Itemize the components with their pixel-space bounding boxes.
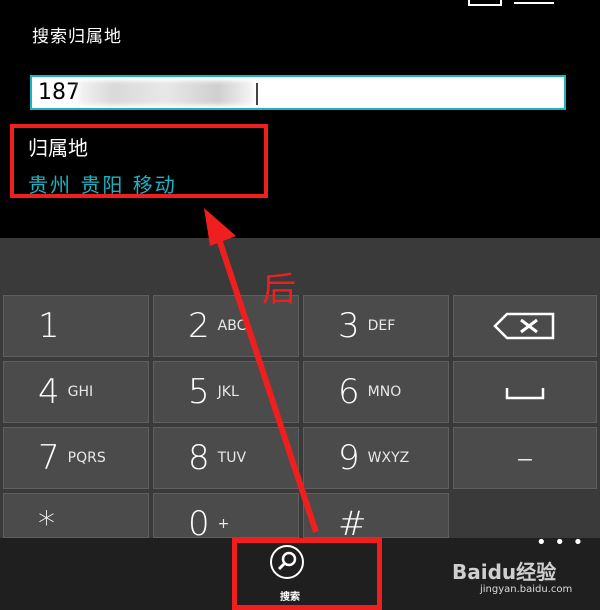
key-digit: 4 (38, 372, 60, 412)
key-7[interactable]: 7 PQRS (3, 427, 149, 489)
page-title: 搜索归属地 (32, 27, 122, 47)
key-letters: ABC (217, 318, 247, 334)
search-button[interactable] (270, 545, 304, 579)
key-letters: MNO (367, 384, 402, 400)
dash-key[interactable]: – (453, 427, 597, 489)
key-digit: 7 (38, 438, 60, 478)
battery-icon (468, 0, 502, 6)
phone-number-input[interactable]: 187 (30, 75, 566, 110)
key-digit: 1 (38, 306, 60, 346)
clock-indicator (514, 0, 554, 4)
key-digit: 9 (338, 438, 360, 478)
key-letters: PQRS (67, 450, 106, 466)
result-value: 贵州 贵阳 移动 (28, 173, 177, 197)
key-6[interactable]: 6 MNO (303, 361, 449, 423)
key-digit: 6 (338, 372, 360, 412)
redacted-digits (78, 81, 253, 105)
key-letters: DEF (367, 318, 396, 334)
key-3[interactable]: 3 DEF (303, 295, 449, 357)
backspace-key[interactable] (453, 295, 597, 357)
result-highlight-box: 归属地 贵州 贵阳 移动 (10, 124, 268, 198)
key-digit: 3 (338, 306, 360, 346)
key-letters: WXYZ (367, 450, 410, 466)
more-options-button[interactable]: • • • (536, 532, 584, 553)
numeric-keypad: 1 2 ABC 3 DEF 4 GHI 5 JKL 6 MNO 7 PQRS 8… (0, 238, 600, 544)
result-label: 归属地 (28, 136, 88, 160)
key-5[interactable]: 5 JKL (153, 361, 299, 423)
annotation-text: 后 (262, 270, 296, 310)
key-hash[interactable]: # (303, 493, 449, 544)
dash-icon: – (516, 438, 534, 478)
space-key[interactable] (453, 361, 597, 423)
backspace-icon (493, 312, 555, 340)
key-letters: TUV (217, 450, 247, 466)
baidu-watermark: Baidu经验 (452, 560, 557, 584)
key-digit: 5 (188, 372, 210, 412)
key-letters: JKL (217, 384, 239, 400)
key-digit: 2 (188, 306, 210, 346)
key-1[interactable]: 1 (3, 295, 149, 357)
status-bar (440, 0, 560, 8)
watermark-url: jingyan.baidu.com (480, 584, 573, 595)
search-icon (277, 551, 297, 571)
key-star[interactable]: * (3, 493, 149, 544)
key-0[interactable]: 0 + (153, 493, 299, 544)
phone-number-value: 187 (38, 80, 80, 105)
key-digit: 8 (188, 438, 210, 478)
text-caret (256, 83, 258, 105)
key-9[interactable]: 9 WXYZ (303, 427, 449, 489)
key-letters: + (217, 516, 230, 532)
space-icon (505, 388, 545, 400)
key-4[interactable]: 4 GHI (3, 361, 149, 423)
key-letters: GHI (67, 384, 94, 400)
key-8[interactable]: 8 TUV (153, 427, 299, 489)
search-button-label: 搜索 (280, 592, 300, 603)
